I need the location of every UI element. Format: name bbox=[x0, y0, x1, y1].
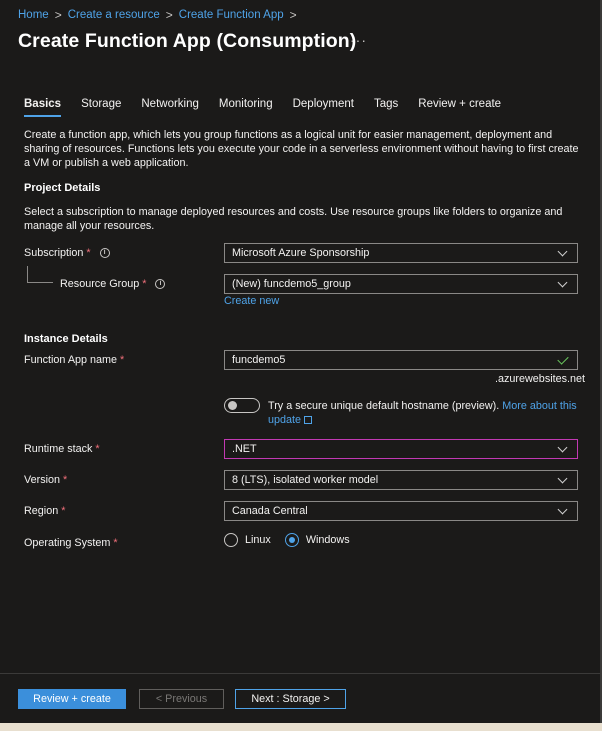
external-link-icon[interactable] bbox=[304, 416, 313, 424]
review-create-button[interactable]: Review + create bbox=[18, 689, 126, 709]
region-value: Canada Central bbox=[232, 505, 308, 517]
chevron-down-icon bbox=[557, 473, 568, 483]
next-storage-button[interactable]: Next : Storage > bbox=[235, 689, 346, 709]
function-app-name-label-text: Function App name bbox=[24, 354, 118, 366]
chevron-down-icon bbox=[557, 246, 568, 256]
breadcrumb: Home > Create a resource > Create Functi… bbox=[18, 8, 303, 22]
runtime-stack-label: Runtime stack * bbox=[24, 443, 100, 455]
chevron-down-icon bbox=[557, 277, 568, 287]
toggle-knob bbox=[228, 401, 237, 410]
version-label: Version * bbox=[24, 474, 67, 486]
subscription-label: Subscription * i bbox=[24, 247, 110, 259]
project-details-heading: Project Details bbox=[24, 182, 101, 194]
operating-system-radio-group: Linux Windows bbox=[224, 533, 364, 547]
info-icon[interactable]: i bbox=[99, 248, 110, 258]
runtime-stack-label-text: Runtime stack bbox=[24, 443, 93, 455]
resource-group-dropdown[interactable]: (New) funcdemo5_group bbox=[224, 274, 578, 294]
chevron-down-icon bbox=[557, 504, 568, 514]
radio-windows[interactable] bbox=[284, 533, 299, 547]
required-marker: * bbox=[63, 474, 68, 486]
radio-linux[interactable] bbox=[224, 533, 238, 547]
tab-storage[interactable]: Storage bbox=[81, 98, 121, 114]
version-dropdown[interactable]: 8 (LTS), isolated worker model bbox=[224, 470, 578, 490]
tab-deployment[interactable]: Deployment bbox=[293, 98, 354, 114]
unique-hostname-toggle[interactable] bbox=[224, 398, 260, 413]
subscription-value: Microsoft Azure Sponsorship bbox=[232, 247, 370, 259]
tab-bar: Basics Storage Networking Monitoring Dep… bbox=[24, 98, 521, 117]
function-app-name-input[interactable]: funcdemo5 bbox=[224, 350, 578, 370]
function-app-name-label: Function App name * bbox=[24, 354, 124, 366]
subscription-dropdown[interactable]: Microsoft Azure Sponsorship bbox=[224, 243, 578, 263]
runtime-stack-dropdown[interactable]: .NET bbox=[224, 439, 578, 459]
create-new-link[interactable]: Create new bbox=[224, 295, 279, 307]
region-label-text: Region bbox=[24, 505, 59, 517]
required-marker: * bbox=[95, 443, 100, 455]
previous-button[interactable]: < Previous bbox=[139, 689, 224, 709]
unique-hostname-text: Try a secure unique default hostname (pr… bbox=[268, 399, 578, 427]
region-label: Region * bbox=[24, 505, 65, 517]
footer-divider bbox=[0, 673, 600, 674]
chevron-right-icon: > bbox=[289, 8, 297, 22]
subscription-label-text: Subscription bbox=[24, 247, 84, 259]
resource-group-label-text: Resource Group bbox=[60, 278, 140, 290]
window-bottom-edge bbox=[0, 723, 602, 731]
breadcrumb-home[interactable]: Home bbox=[18, 9, 49, 21]
breadcrumb-create-resource[interactable]: Create a resource bbox=[68, 9, 160, 21]
chevron-down-icon bbox=[557, 442, 568, 452]
function-app-name-value: funcdemo5 bbox=[232, 354, 286, 366]
tab-basics[interactable]: Basics bbox=[24, 98, 62, 117]
instance-details-heading: Instance Details bbox=[24, 333, 108, 345]
tree-connector-vertical bbox=[27, 266, 28, 282]
version-label-text: Version bbox=[24, 474, 61, 486]
required-marker: * bbox=[142, 278, 147, 290]
chevron-right-icon: > bbox=[165, 8, 173, 22]
operating-system-label-text: Operating System bbox=[24, 537, 111, 549]
breadcrumb-create-function-app[interactable]: Create Function App bbox=[179, 9, 284, 21]
required-marker: * bbox=[120, 354, 125, 366]
domain-suffix: .azurewebsites.net bbox=[495, 373, 586, 385]
chevron-right-icon: > bbox=[54, 8, 62, 22]
radio-linux-label[interactable]: Linux bbox=[245, 534, 271, 546]
radio-windows-label[interactable]: Windows bbox=[306, 534, 350, 546]
tab-monitoring[interactable]: Monitoring bbox=[219, 98, 273, 114]
more-options-icon[interactable]: ··· bbox=[350, 32, 367, 48]
unique-hostname-label: Try a secure unique default hostname (pr… bbox=[268, 400, 500, 412]
required-marker: * bbox=[61, 505, 66, 517]
required-marker: * bbox=[113, 537, 118, 549]
resource-group-value: (New) funcdemo5_group bbox=[232, 278, 351, 290]
operating-system-label: Operating System * bbox=[24, 537, 118, 549]
tab-networking[interactable]: Networking bbox=[141, 98, 199, 114]
project-details-description: Select a subscription to manage deployed… bbox=[24, 206, 563, 232]
region-dropdown[interactable]: Canada Central bbox=[224, 501, 578, 521]
intro-text: Create a function app, which lets you gr… bbox=[24, 129, 579, 169]
info-icon[interactable]: i bbox=[155, 279, 166, 289]
required-marker: * bbox=[86, 247, 91, 259]
version-value: 8 (LTS), isolated worker model bbox=[232, 474, 379, 486]
runtime-stack-value: .NET bbox=[232, 443, 257, 455]
tree-connector-horizontal bbox=[27, 282, 53, 283]
resource-group-label: Resource Group * i bbox=[60, 278, 166, 290]
tab-review-create[interactable]: Review + create bbox=[418, 98, 501, 114]
checkmark-icon bbox=[557, 352, 569, 365]
tab-tags[interactable]: Tags bbox=[374, 98, 398, 114]
main-panel: Home > Create a resource > Create Functi… bbox=[0, 0, 602, 723]
page-title: Create Function App (Consumption) bbox=[18, 30, 357, 52]
